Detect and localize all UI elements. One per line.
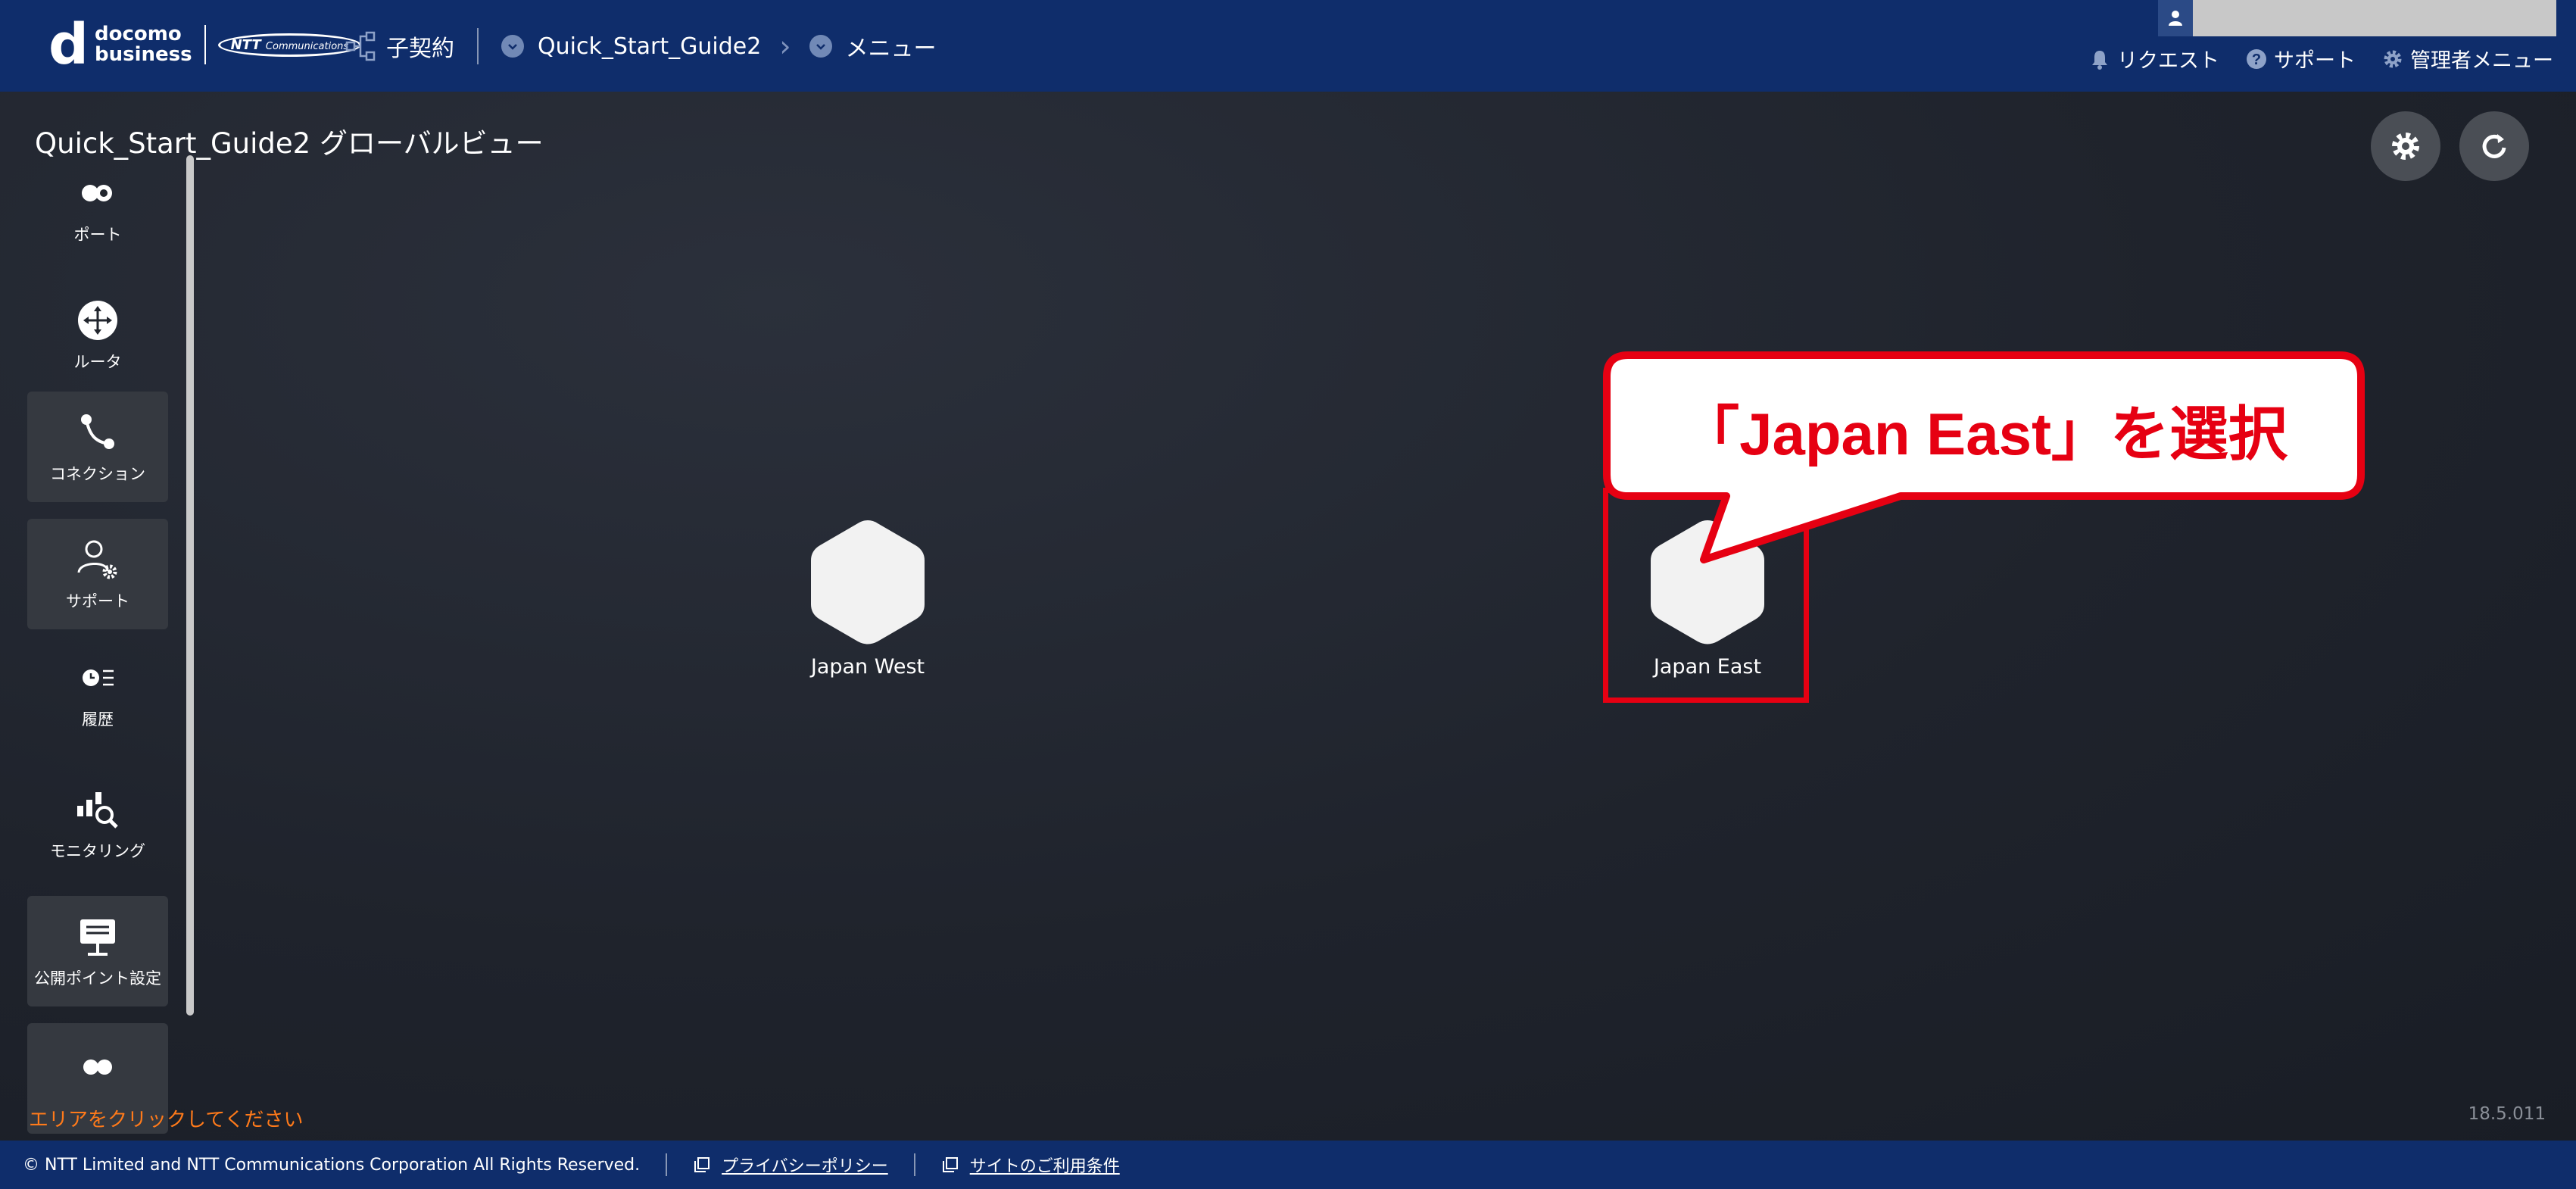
hexagon-icon — [811, 520, 925, 644]
footer: © NTT Limited and NTT Communications Cor… — [0, 1141, 2576, 1189]
docomo-business-logo[interactable]: d docomo business NTT Communications — [48, 12, 362, 77]
gear-icon — [2384, 50, 2402, 67]
refresh-icon — [2482, 134, 2506, 158]
request-label: リクエスト — [2117, 49, 2219, 73]
logo-wordmark: docomo business — [95, 24, 192, 65]
bell-icon — [2092, 50, 2107, 70]
sidebar-scrollbar[interactable] — [186, 155, 194, 1016]
privacy-policy-link[interactable]: プライバシーポリシー — [693, 1153, 888, 1177]
terms-label: サイトのご利用条件 — [969, 1157, 1120, 1176]
logo-docomo: docomo — [94, 23, 182, 45]
logo-business: business — [94, 43, 192, 66]
ntt-logo-sub: Communications — [265, 40, 349, 52]
breadcrumb-divider — [477, 28, 479, 64]
chevron-right-icon: › — [779, 30, 791, 63]
sidebar-item-monitoring[interactable]: モニタリング — [27, 769, 168, 879]
sidebar-item-history[interactable]: 履歴 — [27, 637, 168, 747]
global-view-canvas: Quick_Start_Guide2 グローバルビュー ポート ルータ コネクシ… — [0, 92, 2576, 1141]
logo-d-mark: d — [48, 12, 89, 77]
sidebar-item-label: 履歴 — [82, 710, 114, 729]
breadcrumb-contract[interactable]: 子契約 — [345, 30, 454, 63]
user-name-redacted — [2193, 0, 2556, 36]
public-point-icon — [80, 919, 115, 956]
top-header: d docomo business NTT Communications 子契約… — [0, 0, 2576, 92]
request-link[interactable]: リクエスト — [2088, 44, 2219, 73]
monitoring-icon — [77, 792, 118, 829]
sidebar-item-support[interactable]: サポート — [27, 519, 168, 629]
breadcrumb-project-label: Quick_Start_Guide2 — [538, 33, 762, 60]
breadcrumb-menu-label: メニュー — [845, 36, 937, 62]
footer-divider — [913, 1153, 915, 1176]
region-japan-west[interactable]: Japan West — [792, 517, 943, 679]
svg-text:?: ? — [2252, 51, 2261, 68]
chevron-down-icon — [501, 35, 524, 58]
terms-link[interactable]: サイトのご利用条件 — [941, 1153, 1120, 1177]
breadcrumb-menu[interactable]: メニュー — [809, 30, 937, 63]
sidebar-item-label: ルータ — [73, 353, 122, 371]
sidebar-item-public-point[interactable]: 公開ポイント設定 — [27, 896, 168, 1006]
hierarchy-icon — [345, 31, 376, 61]
sidebar-item-router[interactable]: ルータ — [27, 279, 168, 390]
breadcrumb: 子契約 Quick_Start_Guide2 › メニュー — [345, 23, 937, 70]
sidebar-item-port[interactable]: ポート — [27, 152, 168, 263]
sidebar-item-label: ポート — [73, 226, 122, 244]
external-link-icon — [942, 1157, 958, 1172]
ntt-logo-text: NTT — [230, 36, 261, 53]
version-label: 18.5.011 — [2468, 1104, 2546, 1124]
router-icon — [78, 301, 117, 340]
sidebar-item-label: モニタリング — [50, 842, 145, 860]
user-icon — [2158, 0, 2193, 36]
gear-icon — [2392, 133, 2419, 160]
top-links: リクエスト ? サポート 管理者メニュー — [2063, 44, 2553, 73]
breadcrumb-project[interactable]: Quick_Start_Guide2 — [501, 33, 761, 60]
instruction-hint: エリアをクリックしてください — [29, 1109, 304, 1131]
refresh-button[interactable] — [2459, 111, 2529, 181]
admin-menu-link[interactable]: 管理者メニュー — [2381, 44, 2553, 73]
connection-icon — [81, 414, 114, 449]
settings-button[interactable] — [2371, 111, 2440, 181]
external-link-icon — [694, 1157, 710, 1172]
support-link[interactable]: ? サポート — [2245, 44, 2356, 73]
sidebar-scrollbar-thumb[interactable] — [186, 155, 194, 1016]
breadcrumb-contract-label: 子契約 — [386, 36, 454, 62]
sidebar-item-connection[interactable]: コネクション — [27, 392, 168, 502]
sidebar-item-label: 公開ポイント設定 — [34, 969, 161, 988]
partial-icon — [83, 1059, 112, 1075]
support-icon — [77, 540, 117, 579]
privacy-policy-label: プライバシーポリシー — [722, 1157, 888, 1176]
port-icon — [82, 185, 112, 201]
callout-text: 「Japan East」を選択 — [1680, 401, 2288, 467]
footer-divider — [666, 1153, 668, 1176]
sidebar-item-label: コネクション — [50, 465, 145, 483]
chevron-down-icon — [809, 35, 832, 58]
sidebar: ポート ルータ コネクション サポート 履歴 モニタリング 公開ポイント設定 — [27, 152, 168, 1159]
user-account-box[interactable] — [2158, 0, 2556, 36]
history-icon — [83, 669, 114, 686]
ntt-logo: NTT Communications — [217, 33, 362, 57]
logo-separator — [204, 25, 206, 64]
help-icon: ? — [2247, 48, 2266, 69]
admin-menu-label: 管理者メニュー — [2410, 49, 2553, 73]
support-label: サポート — [2274, 49, 2356, 73]
region-label: Japan West — [810, 655, 925, 679]
sidebar-item-label: サポート — [66, 592, 129, 610]
copyright-text: © NTT Limited and NTT Communications Cor… — [23, 1155, 641, 1175]
